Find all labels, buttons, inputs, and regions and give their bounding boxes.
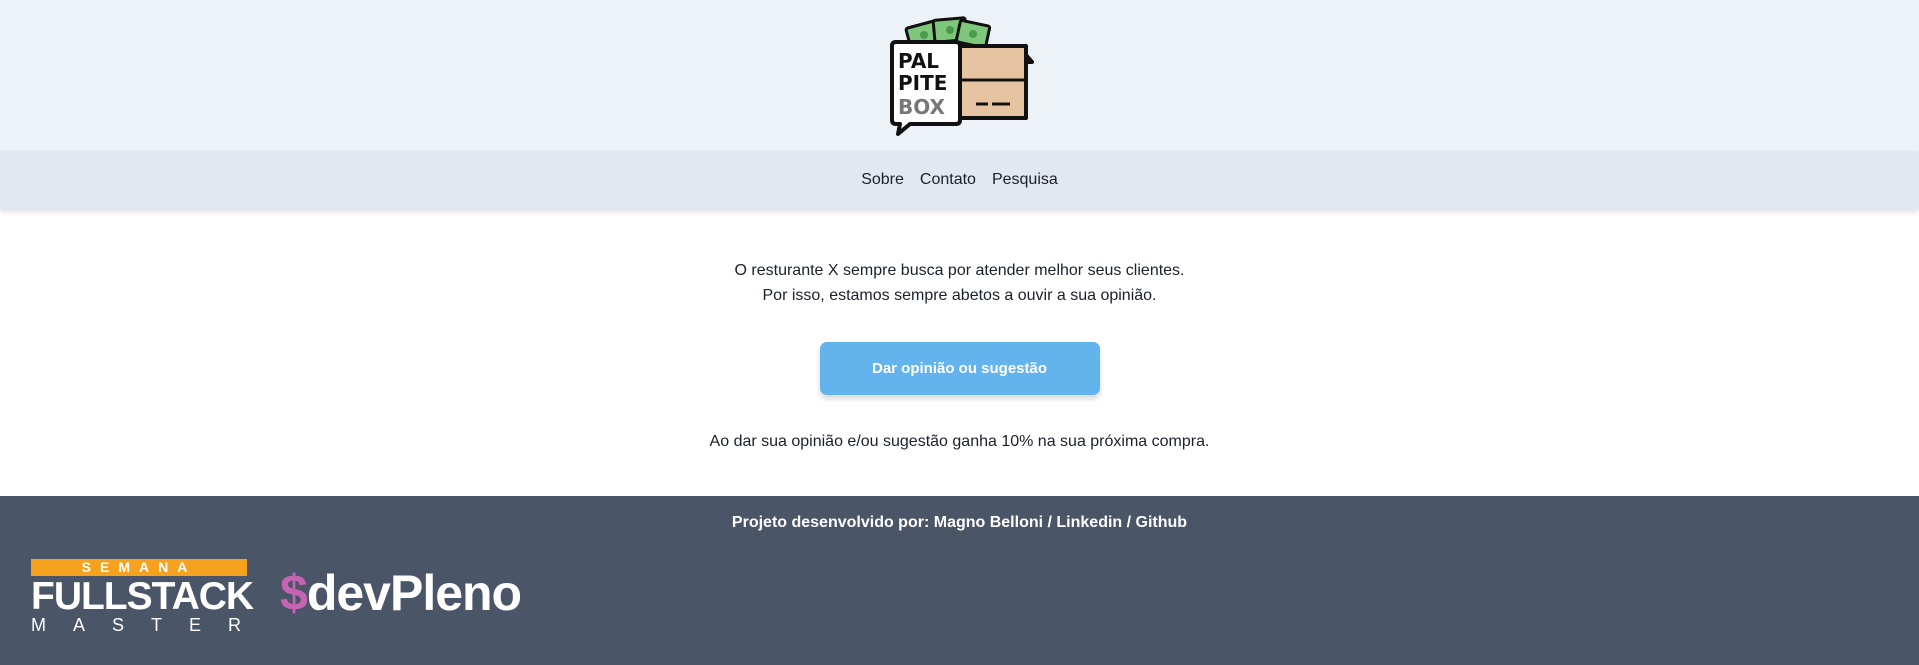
main-content: O resturante X sempre busca por atender …: [0, 209, 1919, 496]
fsm-logo-middle: FULLSTACK: [31, 575, 254, 618]
devpleno-text: devPleno: [306, 565, 522, 621]
nav-link-contato[interactable]: Contato: [920, 171, 976, 189]
credits-prefix: Projeto desenvolvido por:: [731, 514, 934, 531]
box-icon: [955, 44, 1034, 120]
intro-line-1: O resturante X sempre busca por atender …: [734, 262, 1185, 279]
github-link[interactable]: Github: [1136, 514, 1188, 531]
give-feedback-button[interactable]: Dar opinião ou sugestão: [819, 342, 1100, 395]
footer-credits: Projeto desenvolvido por: Magno Belloni …: [0, 514, 1919, 532]
intro-line-2: Por isso, estamos sempre abetos a ouvir …: [762, 287, 1157, 304]
linkedin-link[interactable]: Linkedin: [1056, 514, 1122, 531]
main-nav: Sobre Contato Pesquisa: [0, 151, 1919, 209]
svg-text:BOX: BOX: [898, 95, 946, 119]
fullstack-master-logo: SEMANA FULLSTACK MASTER: [31, 559, 269, 635]
nav-link-pesquisa[interactable]: Pesquisa: [992, 171, 1058, 189]
nav-link-sobre[interactable]: Sobre: [861, 171, 904, 189]
fsm-logo-top: SEMANA: [31, 559, 247, 576]
devpleno-dollar: $: [280, 565, 308, 621]
svg-text:PITE: PITE: [898, 71, 947, 95]
speech-bubble-icon: PAL PITE BOX: [889, 40, 962, 136]
credits-separator: /: [1043, 514, 1057, 531]
fsm-logo-bottom: MASTER: [31, 615, 269, 635]
credits-separator: /: [1122, 514, 1136, 531]
discount-note: Ao dar sua opinião e/ou sugestão ganha 1…: [709, 433, 1210, 450]
devpleno-logo: $devPleno: [280, 564, 522, 622]
site-footer: Projeto desenvolvido por: Magno Belloni …: [0, 496, 1919, 665]
palpitebox-logo[interactable]: PAL PITE BOX: [886, 16, 1034, 138]
svg-text:PAL: PAL: [898, 49, 939, 73]
site-header: PAL PITE BOX: [0, 0, 1919, 151]
intro-text: O resturante X sempre busca por atender …: [735, 258, 1185, 308]
author-link[interactable]: Magno Belloni: [934, 514, 1043, 531]
